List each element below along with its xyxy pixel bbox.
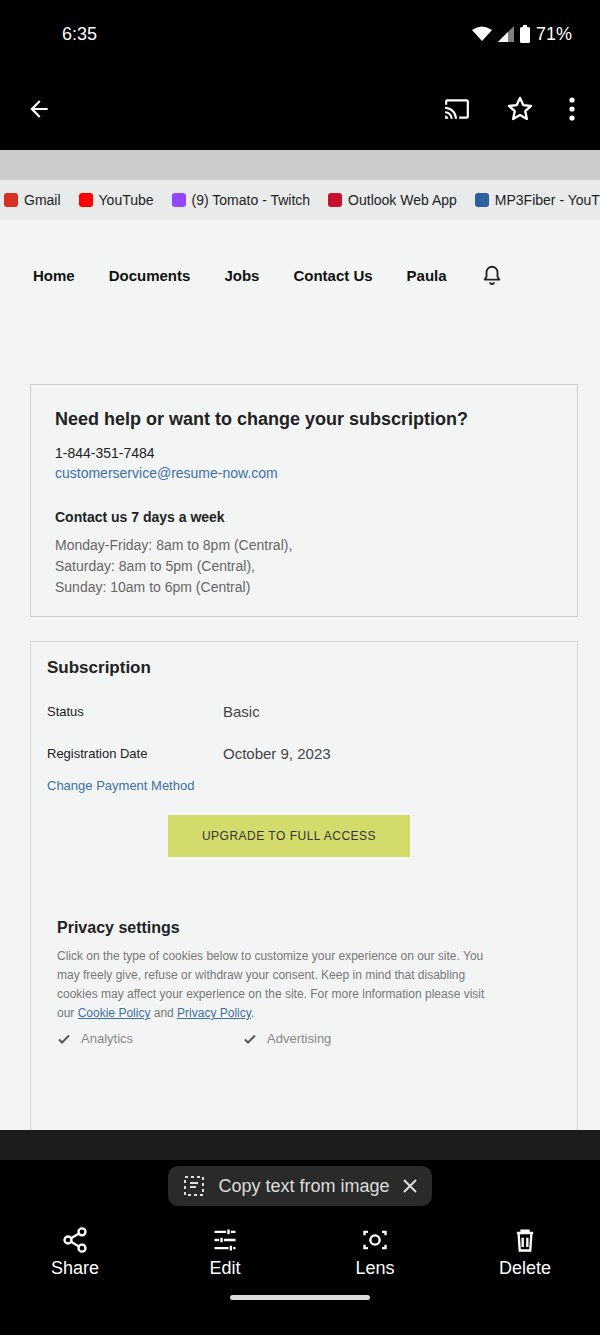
subscription-title: Subscription [47, 656, 561, 680]
bottom-bar: Copy text from image Share Edit Lens Delete [0, 1160, 600, 1335]
phone-number: 1-844-351-7484 [55, 443, 553, 463]
sliders-icon [211, 1226, 239, 1254]
subscription-row: StatusBasic [47, 700, 561, 722]
bookmark[interactable]: MP3Fiber - YouT [475, 192, 600, 208]
checkmark-icon [243, 1032, 257, 1046]
email-link[interactable]: customerservice@resume-now.com [55, 463, 553, 483]
action-button[interactable]: Edit [180, 1226, 270, 1279]
battery-level: 71% [536, 24, 572, 45]
trash-icon [511, 1226, 539, 1254]
bookmark-icon [475, 193, 489, 207]
bookmark-icon [4, 193, 18, 207]
upgrade-button[interactable]: UPGRADE TO FULL ACCESS [168, 815, 410, 857]
subscription-panel: Subscription StatusBasic Registration Date… [30, 641, 578, 1130]
lens-icon [361, 1226, 389, 1254]
cookie-policy-link[interactable]: Cookie Policy [78, 1006, 151, 1020]
cookie-option[interactable]: Analytics [57, 1031, 133, 1046]
bookmark-icon [79, 193, 93, 207]
photo: Gmail YouTube (9) Tomato - Twitch Outlook W… [0, 150, 600, 1160]
bell-icon[interactable] [481, 264, 503, 286]
privacy-title: Privacy settings [57, 917, 561, 939]
status-bar: 6:35 71% [0, 0, 600, 68]
action-button[interactable]: Delete [480, 1226, 570, 1279]
browser-tab-strip [0, 150, 600, 180]
change-payment-link[interactable]: Change Payment Method [47, 778, 561, 793]
user-menu[interactable]: Paula [407, 267, 447, 284]
help-card: Need help or want to change your subscri… [30, 384, 578, 617]
monitor-bezel [0, 1130, 600, 1160]
bookmark-icon [172, 193, 186, 207]
bookmark[interactable]: Gmail [4, 192, 61, 208]
clock: 6:35 [62, 24, 97, 45]
bookmark[interactable]: (9) Tomato - Twitch [172, 192, 311, 208]
nav-link[interactable]: Jobs [224, 267, 259, 284]
bookmark[interactable]: YouTube [79, 192, 154, 208]
gesture-handle[interactable] [230, 1295, 370, 1300]
bookmark[interactable]: Outlook Web App [328, 192, 457, 208]
nav-link[interactable]: Home [33, 267, 75, 284]
close-icon[interactable] [402, 1178, 418, 1194]
bookmark-icon [328, 193, 342, 207]
hours-line: Sunday: 10am to 6pm (Central) [55, 577, 553, 598]
hours-line: Saturday: 8am to 5pm (Central), [55, 556, 553, 577]
signal-icon [498, 26, 514, 42]
contact-days: Contact us 7 days a week [55, 507, 553, 527]
checkmark-icon [57, 1032, 71, 1046]
back-arrow-icon[interactable] [26, 96, 52, 122]
wifi-icon [472, 26, 492, 42]
select-text-icon [182, 1174, 206, 1198]
privacy-text: Click on the type of cookies below to cu… [57, 947, 497, 1023]
star-icon[interactable] [506, 95, 534, 123]
battery-icon [520, 25, 530, 43]
share-icon [61, 1226, 89, 1254]
phone-screen: 6:35 71% Gmail YouTube (9) Tomato - Twitch Ou… [0, 0, 600, 1335]
privacy-policy-link[interactable]: Privacy Policy [177, 1006, 251, 1020]
cast-icon[interactable] [442, 96, 472, 122]
cookie-option[interactable]: Advertising [243, 1031, 331, 1046]
help-title: Need help or want to change your subscri… [55, 407, 553, 431]
hours-line: Monday-Friday: 8am to 8pm (Central), [55, 535, 553, 556]
more-options-icon[interactable] [568, 96, 576, 122]
site-nav: Home Documents Jobs Contact Us Paula [30, 220, 578, 304]
action-button[interactable]: Share [30, 1226, 120, 1279]
nav-link[interactable]: Contact Us [293, 267, 372, 284]
web-page: Home Documents Jobs Contact Us Paula Need hel… [0, 220, 600, 1130]
subscription-row: Registration DateOctober 9, 2023 [47, 742, 561, 764]
bookmarks-bar: Gmail YouTube (9) Tomato - Twitch Outlook W… [0, 180, 600, 220]
copy-text-chip[interactable]: Copy text from image [168, 1166, 431, 1206]
viewer-toolbar [0, 68, 600, 150]
nav-link[interactable]: Documents [109, 267, 191, 284]
action-button[interactable]: Lens [330, 1226, 420, 1279]
